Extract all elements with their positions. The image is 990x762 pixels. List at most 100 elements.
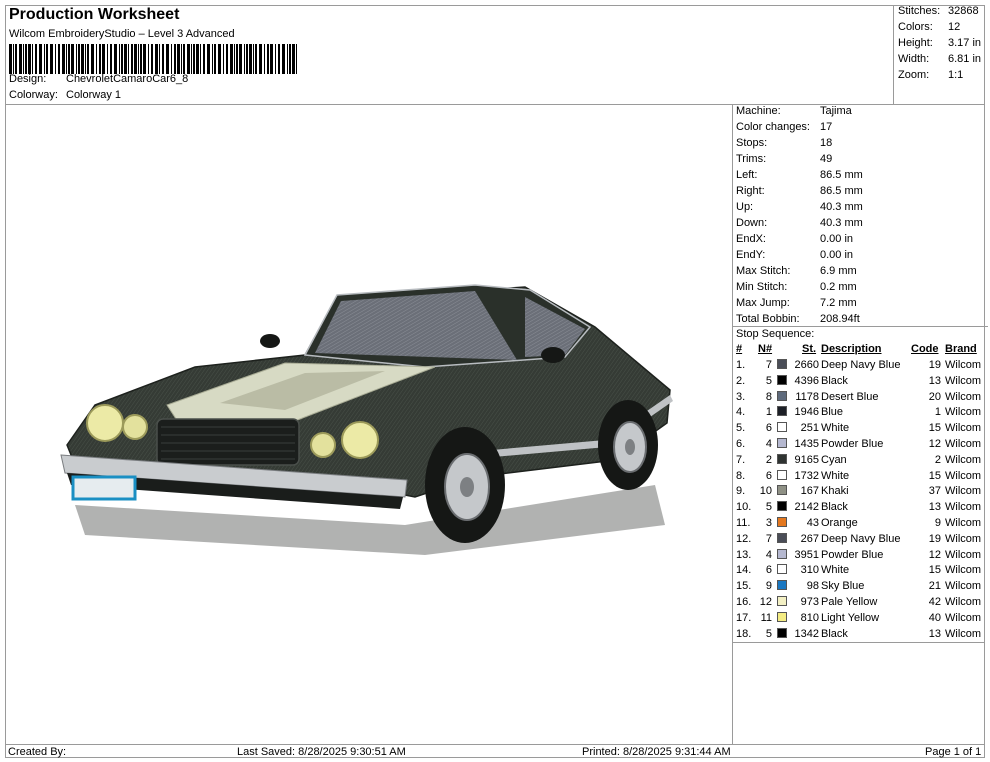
row-stitches: 4396 — [794, 374, 819, 387]
side-mirror-right — [541, 347, 565, 363]
info-row-stops: Stops: 18 — [736, 137, 832, 152]
row-needle: 10 — [759, 485, 772, 498]
info-value: 0.00 in — [820, 233, 854, 245]
table-row: 14. 6 310 White 15 Wilcom — [736, 564, 984, 580]
row-num: 8. — [736, 469, 746, 482]
design-preview — [5, 105, 733, 745]
row-brand: Wilcom — [945, 611, 982, 624]
row-brand: Wilcom — [945, 359, 982, 371]
row-stitches: 1435 — [794, 438, 819, 450]
design-row: Design: ChevroletCamaroCar6_8 — [9, 73, 188, 85]
row-num: 9. — [736, 485, 746, 498]
color-swatch — [777, 596, 787, 606]
side-mirror-left — [260, 334, 280, 348]
row-description: Black — [821, 374, 848, 387]
col-description: Description — [821, 343, 882, 355]
table-row: 8. 6 1732 White 15 Wilcom — [736, 469, 984, 486]
info-label: Stops: — [736, 137, 768, 149]
table-row: 17. 11 810 Light Yellow 40 Wilcom — [736, 611, 984, 628]
info-row-right: Right: 86.5 mm — [736, 185, 863, 200]
color-swatch — [777, 627, 787, 638]
row-num: 14. — [736, 564, 752, 577]
row-code: 42 — [928, 596, 941, 608]
info-value: Tajima — [820, 105, 852, 117]
info-bottom-divider — [733, 642, 985, 643]
printed-date: Printed: 8/28/2025 9:31:44 AM — [582, 746, 731, 758]
row-num: 12. — [736, 532, 752, 545]
row-num: 6. — [736, 438, 746, 450]
row-needle: 4 — [765, 438, 772, 450]
design-label: Design: — [9, 73, 47, 85]
row-needle: 7 — [765, 359, 772, 371]
row-description: Powder Blue — [821, 548, 884, 561]
row-needle: 5 — [765, 501, 772, 514]
info-value: 40.3 mm — [820, 201, 863, 213]
info-row-left: Left: 86.5 mm — [736, 169, 863, 184]
info-row-down: Down: 40.3 mm — [736, 217, 863, 232]
table-row: 12. 7 267 Deep Navy Blue 19 Wilcom — [736, 532, 984, 549]
color-swatch — [777, 422, 787, 433]
created-by: Created By: — [8, 746, 67, 758]
stats-panel: Stitches: 32868 Colors: 12 Height: 3.17 in … — [894, 5, 985, 105]
row-code: 19 — [928, 532, 941, 545]
row-num: 11. — [736, 517, 751, 529]
worksheet-footer: Created By: Last Saved: 8/28/2025 9:30:5… — [5, 744, 985, 758]
col-brand: Brand — [945, 343, 977, 355]
info-value: 6.9 mm — [820, 265, 857, 277]
last-saved: Last Saved: 8/28/2025 9:30:51 AM — [237, 746, 406, 758]
row-code: 37 — [928, 485, 941, 498]
info-label: Left: — [736, 169, 758, 181]
color-swatch — [777, 469, 787, 480]
color-swatch — [777, 517, 787, 527]
height-label: Height: — [898, 37, 933, 49]
row-num: 16. — [736, 596, 752, 608]
stop-sequence-header: # N# St. Description Code Brand — [736, 343, 984, 359]
stitches-row: Stitches: 32868 — [898, 5, 979, 17]
row-stitches: 2142 — [794, 501, 819, 514]
info-value: 18 — [820, 137, 833, 149]
table-row: 6. 4 1435 Powder Blue 12 Wilcom — [736, 438, 984, 454]
row-stitches: 2660 — [794, 359, 819, 371]
row-needle: 5 — [765, 627, 772, 640]
colors-label: Colors: — [898, 21, 933, 33]
color-swatch — [777, 374, 787, 385]
row-code: 21 — [928, 580, 941, 593]
info-row-up: Up: 40.3 mm — [736, 201, 863, 216]
width-row: Width: 6.81 in — [898, 53, 981, 65]
row-code: 40 — [928, 611, 941, 624]
info-label: EndY: — [736, 249, 766, 261]
row-code: 1 — [934, 406, 941, 419]
row-brand: Wilcom — [945, 485, 982, 498]
row-code: 13 — [928, 627, 941, 640]
info-row-min-stitch: Min Stitch: 0.2 mm — [736, 281, 857, 296]
row-stitches: 1732 — [794, 469, 819, 482]
row-num: 10. — [736, 501, 752, 514]
stop-sequence-title: Stop Sequence: — [736, 328, 815, 340]
row-needle: 6 — [765, 564, 772, 577]
info-label: Max Stitch: — [736, 265, 791, 277]
row-needle: 5 — [765, 374, 772, 387]
color-swatch — [777, 406, 787, 417]
row-description: Powder Blue — [821, 438, 884, 450]
table-row: 2. 5 4396 Black 13 Wilcom — [736, 374, 984, 391]
row-brand: Wilcom — [945, 548, 982, 561]
stop-sequence-title-row: Stop Sequence: — [733, 326, 988, 343]
zoom-label: Zoom: — [898, 69, 930, 81]
color-swatch — [777, 359, 787, 369]
row-brand: Wilcom — [945, 532, 982, 545]
colorway-row: Colorway: Colorway 1 — [9, 89, 121, 101]
row-description: Khaki — [821, 485, 849, 498]
info-value: 208.94ft — [820, 313, 860, 325]
design-value: ChevroletCamaroCar6_8 — [66, 73, 189, 85]
color-swatch — [777, 485, 787, 496]
color-swatch — [777, 438, 787, 448]
row-num: 4. — [736, 406, 746, 419]
row-description: Desert Blue — [821, 390, 879, 403]
info-label: Trims: — [736, 153, 767, 165]
row-num: 7. — [736, 453, 746, 466]
row-needle: 8 — [765, 390, 772, 403]
row-num: 17. — [736, 611, 752, 624]
row-code: 2 — [934, 453, 941, 466]
row-brand: Wilcom — [945, 374, 982, 387]
info-row-endy: EndY: 0.00 in — [736, 249, 853, 264]
